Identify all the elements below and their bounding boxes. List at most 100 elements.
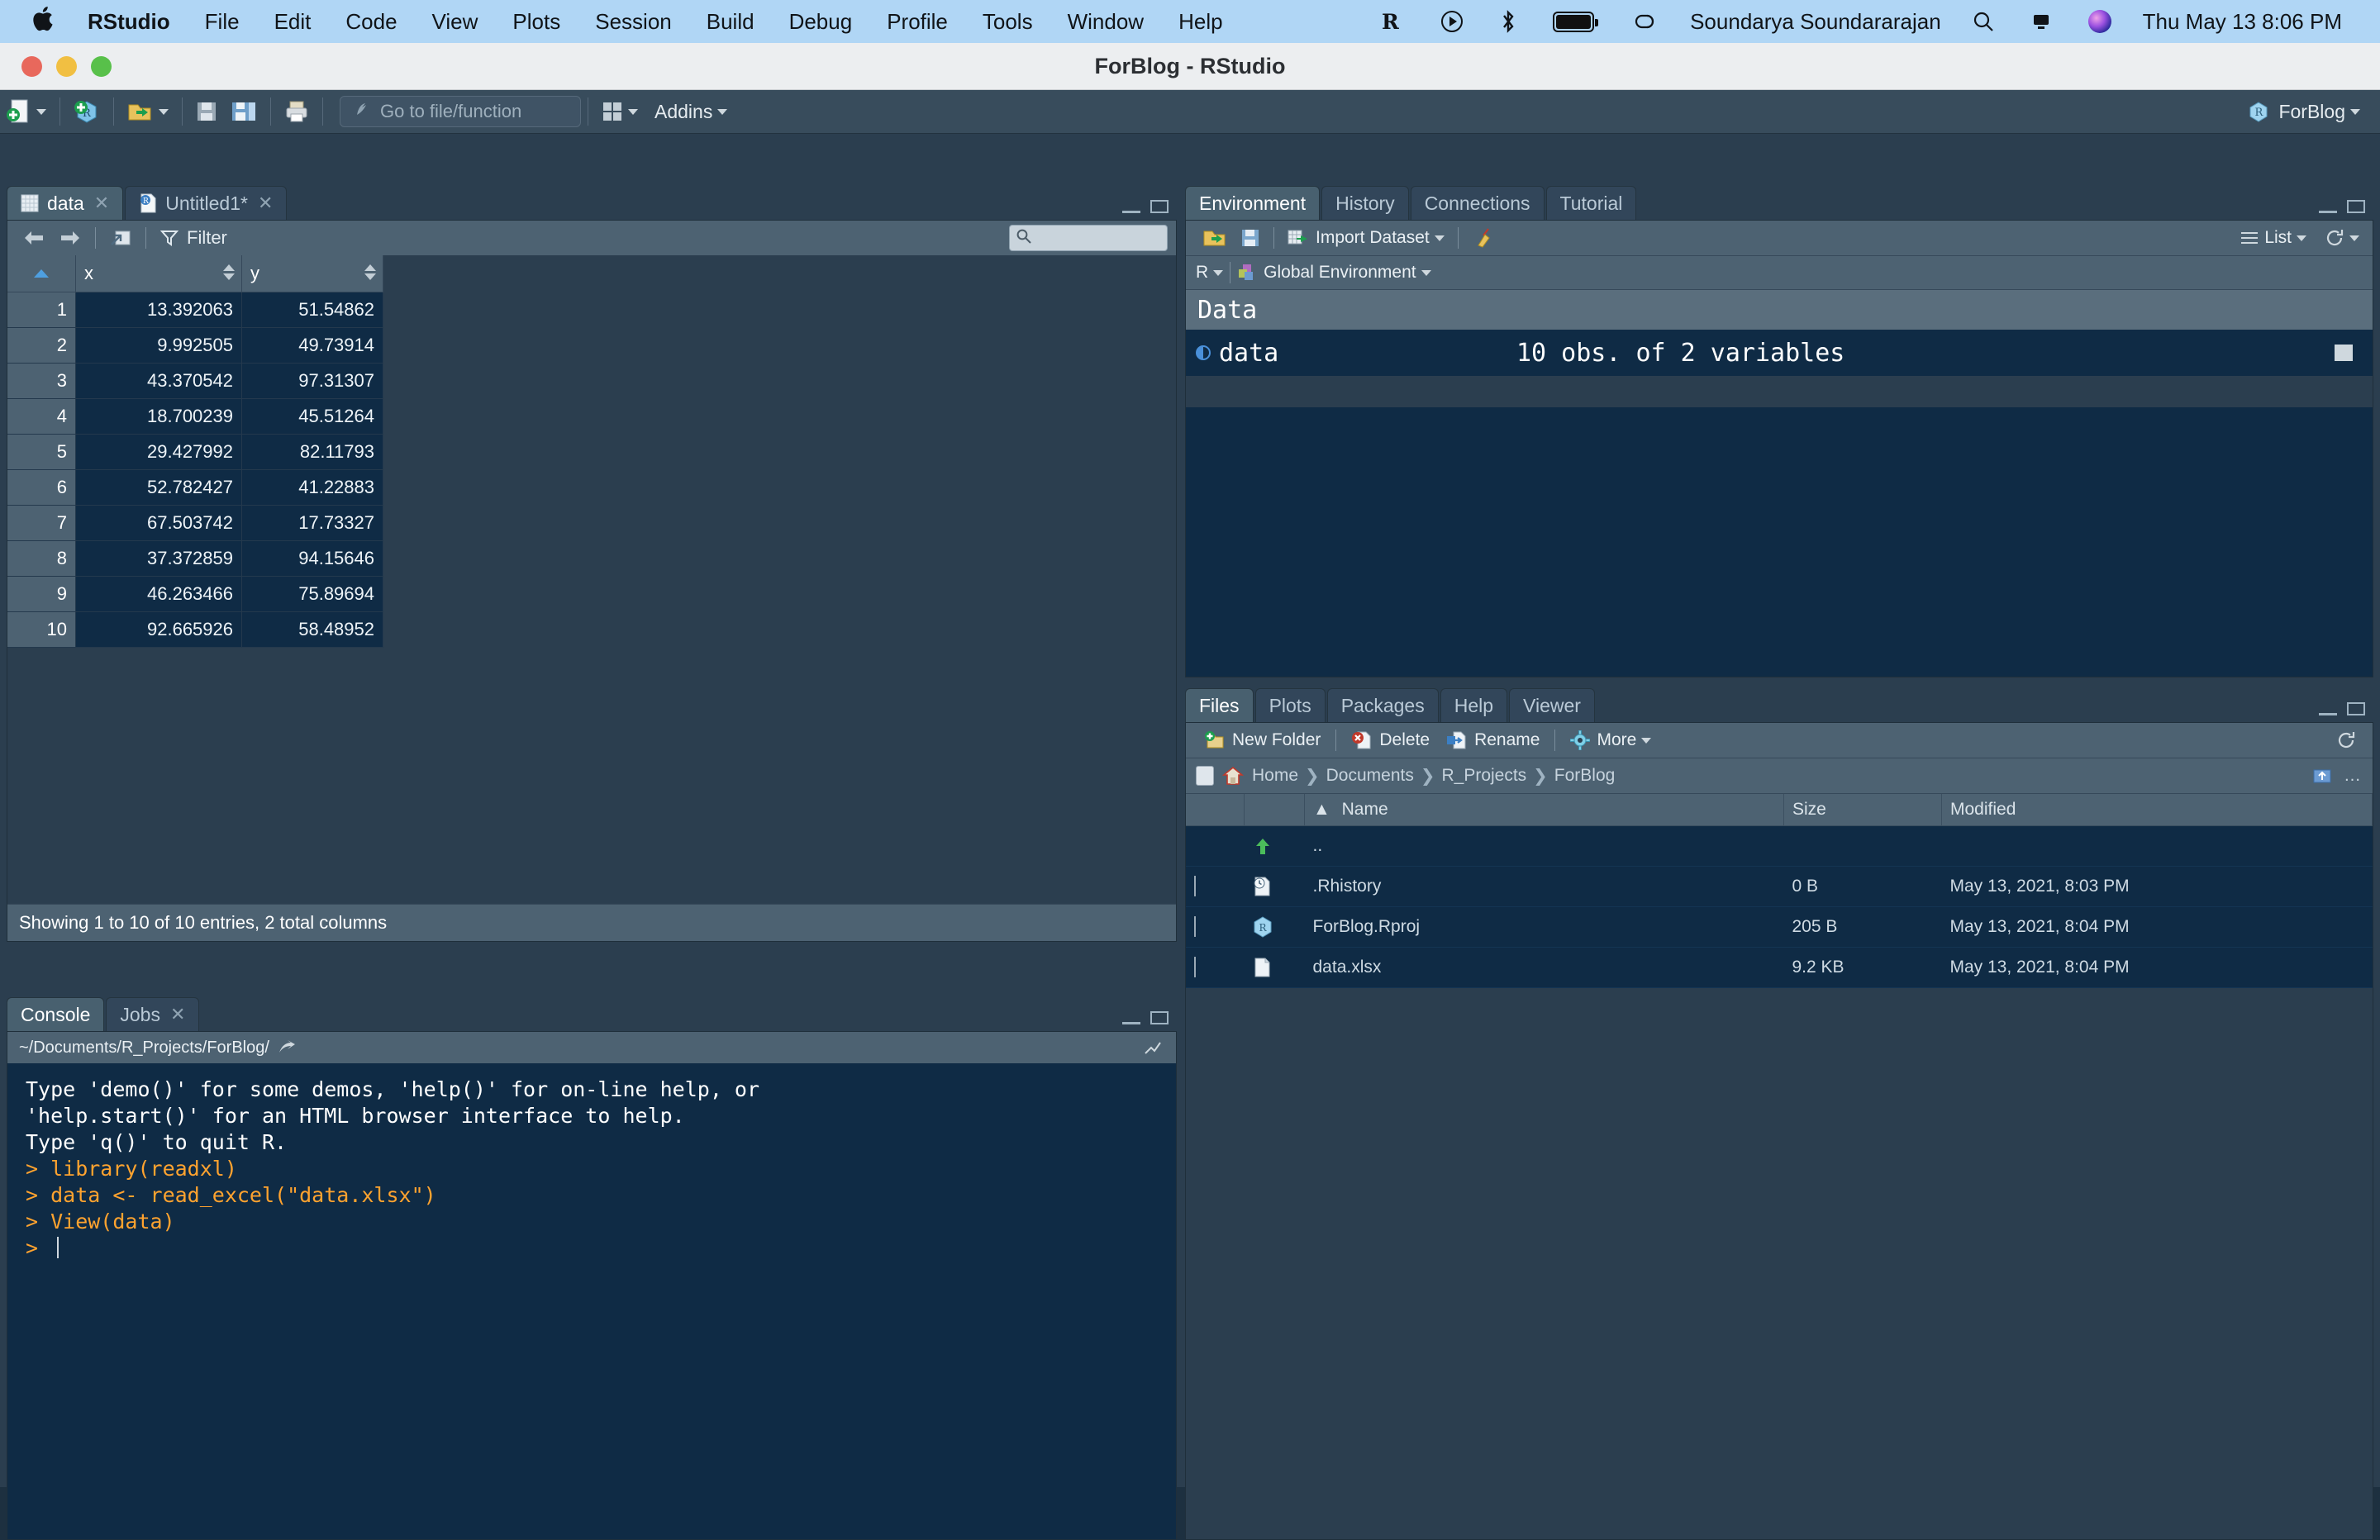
tab-history[interactable]: History	[1321, 186, 1409, 220]
control-center-icon[interactable]	[2030, 11, 2052, 32]
tab-jobs[interactable]: Jobs ✕	[106, 997, 200, 1031]
menu-debug[interactable]: Debug	[772, 9, 870, 35]
import-dataset-button[interactable]: Import Dataset	[1281, 228, 1451, 248]
apple-menu-icon[interactable]	[30, 6, 55, 34]
minimize-pane-button[interactable]	[2319, 702, 2337, 715]
file-checkbox[interactable]	[1194, 876, 1196, 896]
chevron-down-icon[interactable]	[717, 108, 728, 115]
column-header-y[interactable]: y	[241, 255, 383, 292]
tab-files[interactable]: Files	[1185, 688, 1254, 722]
addins-button[interactable]: Addins	[654, 101, 712, 123]
tab-viewer[interactable]: Viewer	[1509, 688, 1595, 722]
battery-icon[interactable]	[1553, 11, 1599, 32]
close-button[interactable]	[21, 55, 42, 77]
ellipsis-icon[interactable]: …	[2344, 766, 2361, 786]
file-row[interactable]: data.xlsx 9.2 KB May 13, 2021, 8:04 PM	[1186, 947, 2373, 988]
new-folder-button[interactable]: New Folder	[1196, 730, 1329, 750]
table-view-icon[interactable]	[2335, 345, 2353, 361]
global-environment-selector[interactable]: Global Environment	[1264, 263, 1416, 283]
bluetooth-icon[interactable]	[1500, 9, 1516, 34]
menu-window[interactable]: Window	[1050, 9, 1161, 35]
home-icon[interactable]	[1222, 766, 1244, 786]
chevron-down-icon[interactable]	[159, 108, 169, 115]
upload-icon[interactable]	[2312, 767, 2332, 785]
maximize-pane-button[interactable]	[2347, 200, 2365, 213]
chevron-down-icon[interactable]	[1213, 269, 1224, 276]
save-all-icon[interactable]	[224, 93, 264, 130]
tab-console[interactable]: Console	[7, 997, 105, 1031]
column-header-x[interactable]: x	[75, 255, 242, 292]
minimize-pane-button[interactable]	[1122, 200, 1140, 213]
chevron-down-icon[interactable]	[1641, 737, 1652, 744]
forward-arrow-icon[interactable]	[52, 229, 88, 247]
files-col-modified[interactable]: Modified	[1941, 794, 2373, 826]
play-circle-icon[interactable]	[1440, 10, 1464, 33]
rename-button[interactable]: Rename	[1438, 730, 1548, 750]
file-name[interactable]: ..	[1304, 825, 1784, 867]
console-path-label[interactable]: ~/Documents/R_Projects/ForBlog/	[19, 1039, 269, 1058]
project-selector[interactable]: R ForBlog	[2247, 100, 2380, 123]
breadcrumb-home[interactable]: Home	[1252, 766, 1298, 786]
more-button[interactable]: More	[1562, 730, 1659, 750]
maximize-pane-button[interactable]	[1150, 200, 1169, 213]
link-icon[interactable]	[1630, 11, 1659, 32]
tab-untitled1[interactable]: R Untitled1* ✕	[125, 186, 288, 220]
menu-file[interactable]: File	[188, 9, 257, 35]
environment-object-row[interactable]: data 10 obs. of 2 variables	[1186, 330, 2373, 376]
data-viewer-search-input[interactable]	[1009, 225, 1168, 251]
select-all-checkbox[interactable]	[1196, 766, 1214, 786]
sort-toggle-icon[interactable]	[364, 264, 376, 280]
breadcrumb-r-projects[interactable]: R_Projects	[1441, 766, 1526, 786]
refresh-icon[interactable]	[2318, 228, 2366, 248]
tab-plots[interactable]: Plots	[1254, 688, 1326, 722]
load-workspace-icon[interactable]	[1196, 227, 1234, 249]
chevron-down-icon[interactable]	[1421, 269, 1431, 276]
console-clear-icon[interactable]	[1143, 1039, 1163, 1056]
file-name[interactable]: ForBlog.Rproj	[1304, 906, 1784, 948]
list-view-selector[interactable]: List	[2241, 228, 2306, 248]
file-checkbox[interactable]	[1194, 916, 1196, 937]
open-file-icon[interactable]	[121, 93, 175, 130]
popout-window-icon[interactable]	[102, 228, 139, 248]
menu-tools[interactable]: Tools	[965, 9, 1050, 35]
sort-toggle-icon[interactable]	[223, 264, 235, 280]
show-in-finder-icon[interactable]	[278, 1040, 296, 1055]
broom-icon[interactable]	[1465, 227, 1500, 249]
rownum-header[interactable]	[7, 255, 76, 292]
close-icon[interactable]: ✕	[258, 192, 273, 214]
chevron-down-icon[interactable]	[2349, 235, 2359, 241]
print-icon[interactable]	[278, 93, 316, 130]
minimize-pane-button[interactable]	[1122, 1011, 1140, 1024]
close-icon[interactable]: ✕	[170, 1004, 185, 1025]
chevron-down-icon[interactable]	[36, 108, 46, 115]
delete-button[interactable]: Delete	[1343, 730, 1438, 750]
menu-rstudio[interactable]: RStudio	[79, 9, 188, 35]
go-to-file-function-input[interactable]: Go to file/function	[340, 96, 581, 127]
siri-icon[interactable]	[2087, 10, 2111, 33]
chevron-down-icon[interactable]	[628, 108, 638, 115]
new-project-icon[interactable]: R	[67, 93, 107, 130]
tab-tutorial[interactable]: Tutorial	[1545, 186, 1637, 220]
breadcrumb-documents[interactable]: Documents	[1326, 766, 1414, 786]
language-selector[interactable]: R	[1196, 263, 1208, 283]
back-arrow-icon[interactable]	[16, 229, 52, 247]
menu-build[interactable]: Build	[689, 9, 772, 35]
files-col-name[interactable]: ▲ Name	[1304, 794, 1784, 826]
console-output[interactable]: Type 'demo()' for some demos, 'help()' f…	[7, 1063, 1176, 1539]
file-name[interactable]: data.xlsx	[1304, 947, 1784, 988]
expand-object-icon[interactable]	[1196, 345, 1211, 360]
tab-help[interactable]: Help	[1440, 688, 1508, 722]
file-checkbox[interactable]	[1194, 957, 1196, 977]
new-file-icon[interactable]	[0, 93, 53, 130]
menu-bar-clock[interactable]: Thu May 13 8:06 PM	[2143, 9, 2342, 35]
save-icon[interactable]	[189, 93, 224, 130]
menu-help[interactable]: Help	[1161, 9, 1240, 35]
r-icon[interactable]: R	[1381, 10, 1404, 33]
search-icon[interactable]	[1973, 11, 1994, 32]
menu-plots[interactable]: Plots	[495, 9, 578, 35]
minimize-pane-button[interactable]	[2319, 200, 2337, 213]
chevron-down-icon[interactable]	[2297, 235, 2306, 241]
zoom-button[interactable]	[91, 55, 112, 77]
tab-packages[interactable]: Packages	[1326, 688, 1439, 722]
menu-view[interactable]: View	[415, 9, 496, 35]
